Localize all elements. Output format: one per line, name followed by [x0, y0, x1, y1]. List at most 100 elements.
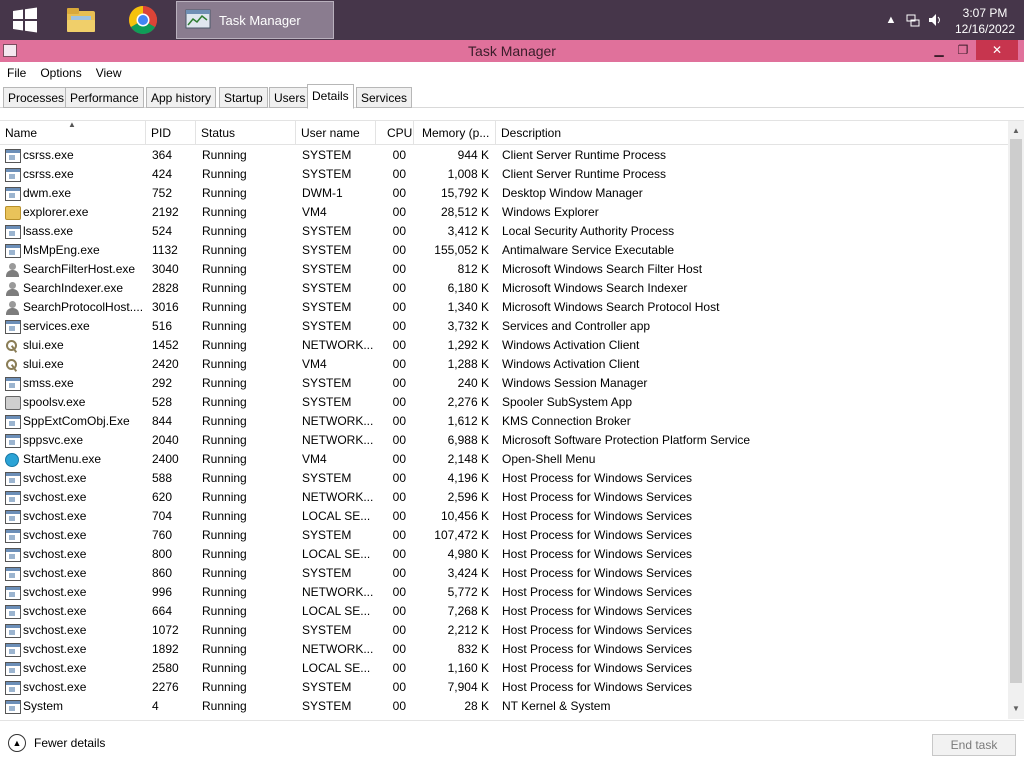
- exe-process-icon: [5, 509, 21, 524]
- pid-cell: 2276: [152, 680, 179, 694]
- tab-performance[interactable]: Performance: [65, 87, 144, 108]
- table-row[interactable]: svchost.exe 2580 Running LOCAL SE... 00 1,160…: [0, 659, 1008, 678]
- clock[interactable]: 3:07 PM 12/16/2022: [946, 3, 1024, 37]
- column-header-description[interactable]: Description: [496, 121, 1008, 145]
- table-row[interactable]: svchost.exe 860 Running SYSTEM 00 3,424 K Host…: [0, 564, 1008, 583]
- menu-file[interactable]: File: [7, 66, 26, 80]
- exe-process-icon: [5, 167, 21, 182]
- process-name-cell: svchost.exe: [5, 602, 143, 621]
- table-row[interactable]: svchost.exe 620 Running NETWORK... 00 2,596 K…: [0, 488, 1008, 507]
- table-row[interactable]: svchost.exe 664 Running LOCAL SE... 00 7,268 …: [0, 602, 1008, 621]
- user-name-cell: NETWORK...: [302, 585, 374, 599]
- process-name: svchost.exe: [23, 604, 87, 618]
- person-process-icon: [5, 300, 21, 315]
- table-row[interactable]: csrss.exe 424 Running SYSTEM 00 1,008 K Client…: [0, 165, 1008, 184]
- window-titlebar[interactable]: Task Manager ▁ ❐ ✕: [0, 40, 1024, 62]
- key-process-icon: [5, 358, 21, 372]
- restore-button[interactable]: ❐: [950, 40, 976, 60]
- tab-services[interactable]: Services: [356, 87, 413, 108]
- description-cell: Windows Explorer: [502, 205, 599, 219]
- column-header-name[interactable]: Name ▲: [0, 121, 146, 145]
- column-header-memory[interactable]: Memory (p...: [414, 121, 496, 145]
- description-cell: Windows Activation Client: [502, 357, 640, 371]
- table-row[interactable]: explorer.exe 2192 Running VM4 00 28,512 K Wind…: [0, 203, 1008, 222]
- table-row[interactable]: spoolsv.exe 528 Running SYSTEM 00 2,276 K Spoo…: [0, 393, 1008, 412]
- task-manager-taskbar-button[interactable]: Task Manager: [176, 1, 334, 39]
- cpu-cell: 00: [392, 167, 406, 181]
- column-header-pid[interactable]: PID: [146, 121, 196, 145]
- table-row[interactable]: smss.exe 292 Running SYSTEM 00 240 K Windows S…: [0, 374, 1008, 393]
- exe-process-icon: [5, 433, 21, 448]
- memory-cell: 3,732 K: [447, 319, 489, 333]
- process-name-cell: svchost.exe: [5, 488, 143, 507]
- column-header-status[interactable]: Status: [196, 121, 296, 145]
- scroll-down-arrow-icon[interactable]: ▼: [1008, 701, 1024, 717]
- memory-cell: 10,456 K: [440, 509, 489, 523]
- vertical-scrollbar[interactable]: ▲ ▼: [1008, 121, 1024, 719]
- table-row[interactable]: svchost.exe 704 Running LOCAL SE... 00 10,456…: [0, 507, 1008, 526]
- user-name-cell: NETWORK...: [302, 490, 374, 504]
- table-row[interactable]: SearchFilterHost.exe 3040 Running SYSTEM 00 8…: [0, 260, 1008, 279]
- description-cell: Host Process for Windows Services: [502, 604, 693, 618]
- description-cell: KMS Connection Broker: [502, 414, 631, 428]
- tab-processes[interactable]: Processes: [3, 87, 70, 108]
- cpu-cell: 00: [392, 680, 406, 694]
- memory-cell: 1,612 K: [447, 414, 489, 428]
- chrome-taskbar-button[interactable]: [118, 0, 168, 40]
- table-row[interactable]: svchost.exe 1892 Running NETWORK... 00 832 K H…: [0, 640, 1008, 659]
- table-row[interactable]: sppsvc.exe 2040 Running NETWORK... 00 6,988 K…: [0, 431, 1008, 450]
- scroll-up-arrow-icon[interactable]: ▲: [1008, 123, 1024, 139]
- close-button[interactable]: ✕: [976, 40, 1018, 60]
- tab-users[interactable]: Users: [269, 87, 311, 108]
- pid-cell: 664: [152, 604, 173, 618]
- table-row[interactable]: services.exe 516 Running SYSTEM 00 3,732 K Ser…: [0, 317, 1008, 336]
- table-row[interactable]: csrss.exe 364 Running SYSTEM 00 944 K Client S…: [0, 146, 1008, 165]
- exe-process-icon: [5, 585, 21, 600]
- status-cell: Running: [202, 205, 247, 219]
- column-header-user-name[interactable]: User name: [296, 121, 376, 145]
- file-explorer-taskbar-button[interactable]: [56, 0, 106, 40]
- table-row[interactable]: svchost.exe 1072 Running SYSTEM 00 2,212 K Hos…: [0, 621, 1008, 640]
- memory-cell: 15,792 K: [440, 186, 489, 200]
- table-row[interactable]: svchost.exe 2276 Running SYSTEM 00 7,904 K Hos…: [0, 678, 1008, 697]
- tab-details[interactable]: Details: [307, 84, 354, 109]
- description-cell: Host Process for Windows Services: [502, 547, 693, 561]
- memory-cell: 2,596 K: [447, 490, 489, 504]
- description-cell: Host Process for Windows Services: [502, 623, 693, 637]
- show-hidden-icons-button[interactable]: ▲: [880, 0, 902, 40]
- table-body: csrss.exe 364 Running SYSTEM 00 944 K Client S…: [0, 146, 1008, 716]
- process-name-cell: SearchProtocolHost....: [5, 298, 143, 317]
- table-row[interactable]: StartMenu.exe 2400 Running VM4 00 2,148 K Open…: [0, 450, 1008, 469]
- menu-view[interactable]: View: [96, 66, 122, 80]
- end-task-button[interactable]: End task: [932, 734, 1016, 756]
- table-row[interactable]: svchost.exe 760 Running SYSTEM 00 107,472 K Ho…: [0, 526, 1008, 545]
- menu-options[interactable]: Options: [40, 66, 81, 80]
- table-row[interactable]: SearchProtocolHost.... 3016 Running SYSTEM 0…: [0, 298, 1008, 317]
- table-row[interactable]: slui.exe 2420 Running VM4 00 1,288 K Windows A…: [0, 355, 1008, 374]
- status-cell: Running: [202, 566, 247, 580]
- status-cell: Running: [202, 262, 247, 276]
- start-button[interactable]: [0, 0, 50, 40]
- process-name-cell: svchost.exe: [5, 545, 143, 564]
- table-row[interactable]: svchost.exe 996 Running NETWORK... 00 5,772 K…: [0, 583, 1008, 602]
- tab-app-history[interactable]: App history: [146, 87, 217, 108]
- tab-startup[interactable]: Startup: [219, 87, 268, 108]
- network-icon[interactable]: [902, 0, 924, 40]
- table-row[interactable]: svchost.exe 588 Running SYSTEM 00 4,196 K Host…: [0, 469, 1008, 488]
- scrollbar-thumb[interactable]: [1010, 139, 1022, 683]
- process-name-cell: dwm.exe: [5, 184, 143, 203]
- table-row[interactable]: SearchIndexer.exe 2828 Running SYSTEM 00 6,18…: [0, 279, 1008, 298]
- fewer-details-button[interactable]: ▲ Fewer details: [8, 734, 105, 752]
- minimize-button[interactable]: ▁: [926, 40, 952, 60]
- table-row[interactable]: lsass.exe 524 Running SYSTEM 00 3,412 K Local …: [0, 222, 1008, 241]
- table-row[interactable]: slui.exe 1452 Running NETWORK... 00 1,292 K Wi…: [0, 336, 1008, 355]
- table-row[interactable]: System 4 Running SYSTEM 00 28 K NT Kernel & Sy…: [0, 697, 1008, 716]
- table-row[interactable]: MsMpEng.exe 1132 Running SYSTEM 00 155,052 K A…: [0, 241, 1008, 260]
- table-row[interactable]: svchost.exe 800 Running LOCAL SE... 00 4,980 …: [0, 545, 1008, 564]
- table-row[interactable]: dwm.exe 752 Running DWM-1 00 15,792 K Desktop …: [0, 184, 1008, 203]
- cpu-cell: 00: [392, 623, 406, 637]
- volume-icon[interactable]: [924, 0, 946, 40]
- status-cell: Running: [202, 319, 247, 333]
- table-row[interactable]: SppExtComObj.Exe 844 Running NETWORK... 00 1,…: [0, 412, 1008, 431]
- column-header-cpu[interactable]: CPU: [376, 121, 414, 145]
